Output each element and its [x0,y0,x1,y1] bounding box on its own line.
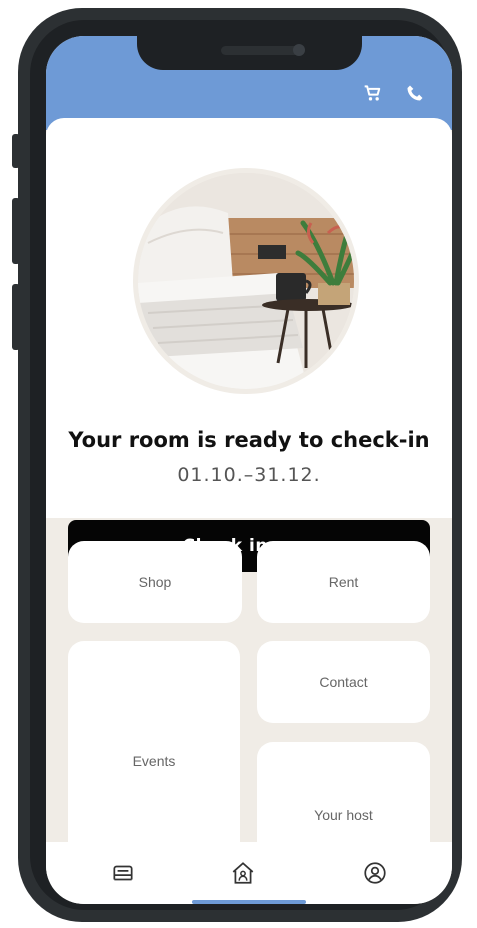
booking-card: Your room is ready to check-in 01.10.–31… [46,118,452,572]
bottom-nav [46,842,452,904]
bed-icon[interactable] [110,860,136,886]
checkin-title: Your room is ready to check-in [68,428,430,452]
app-screen: Your room is ready to check-in 01.10.–31… [46,36,452,904]
active-tab-indicator [192,900,306,904]
profile-icon[interactable] [362,860,388,886]
stay-dates: 01.10.–31.12. [177,464,321,486]
home-icon[interactable] [230,860,256,886]
tile-your-host-label: Your host [314,807,373,823]
room-photo [133,168,359,394]
phone-notch [137,36,362,70]
phone-icon[interactable] [404,82,426,104]
tile-shop-label: Shop [138,574,172,590]
tile-rent-label: Rent [328,574,359,590]
tile-rent[interactable]: Rent [257,541,430,623]
tile-shop[interactable]: Shop [68,541,242,623]
cart-icon[interactable] [362,82,384,104]
room-illustration [138,173,354,389]
tile-contact[interactable]: Contact [257,641,430,723]
tile-events-label: Events [132,753,176,769]
phone-camera [293,44,305,56]
tile-contact-label: Contact [319,674,368,690]
